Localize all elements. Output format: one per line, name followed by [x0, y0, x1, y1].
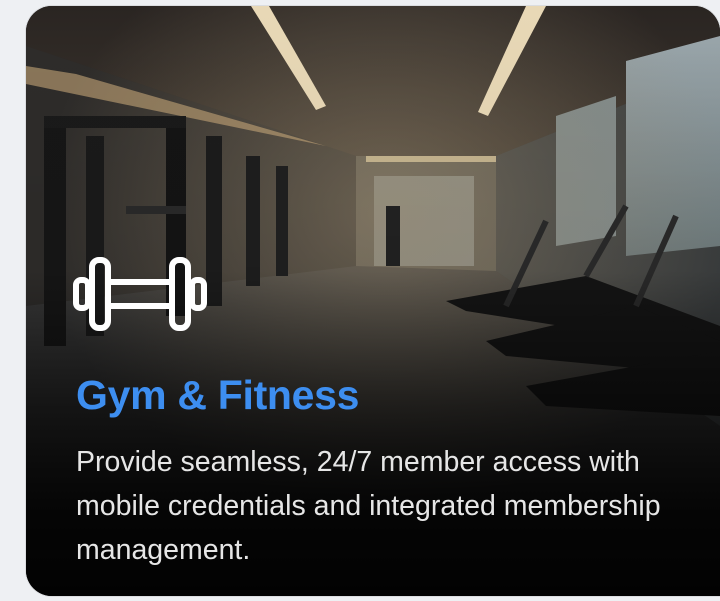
gym-fitness-card[interactable]: Gym & Fitness Provide seamless, 24/7 mem…	[26, 6, 720, 596]
dumbbell-icon	[73, 257, 207, 331]
card-title: Gym & Fitness	[76, 372, 360, 418]
card-description: Provide seamless, 24/7 member access wit…	[76, 446, 661, 566]
